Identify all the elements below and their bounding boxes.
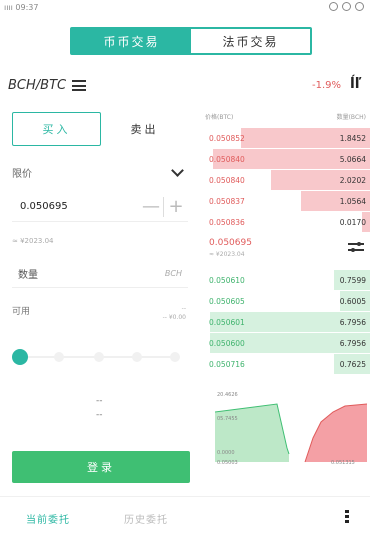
ask-amount: 0.0170 [339,218,366,227]
sell-tab[interactable]: 卖出 [101,112,188,146]
buy-sell-toggle: 买入 卖出 [12,112,188,146]
slider-step-75[interactable] [132,352,142,362]
orderbook-header: 价格(BTC) 数量(BCH) [205,112,370,121]
total-cny-value: -- [96,410,103,420]
price-column-header: 价格(BTC) [205,114,234,121]
ask-row[interactable]: 0.050840 5.0664 [205,149,370,169]
bid-row[interactable]: 0.050600 6.7956 [205,333,370,353]
price-change: -1.9% [312,80,342,91]
tab-fiat-trade[interactable]: 法币交易 [191,29,310,53]
pair-selector[interactable]: BCH/BTC [8,78,87,93]
ask-price: 0.050837 [209,197,245,206]
ask-amount: 2.0202 [339,176,366,185]
price-decrease-button[interactable]: — [139,196,163,217]
ask-price: 0.050840 [209,155,245,164]
status-time: ıııı 09:37 [4,3,39,12]
ask-row[interactable]: 0.050852 1.8452 [205,128,370,148]
bid-price: 0.050601 [209,318,245,327]
available-label: 可用 [12,307,31,317]
bid-price: 0.050610 [209,276,245,285]
depth-y-top: 20.4626 [217,392,238,398]
pair-symbol: BCH/BTC [8,78,67,93]
bid-amount: 0.6005 [339,297,366,306]
last-price: 0.050695 [209,238,252,248]
available-balance: 可用 -- -- ¥0.00 [12,304,188,326]
depth-x-left: 0.05003 [217,460,238,466]
depth-y-mid: 05.7455 [217,416,238,422]
ask-row[interactable]: 0.050840 2.0202 [205,170,370,190]
alarm-icon [329,2,338,11]
trade-screen: ıııı 09:37 币币交易 法币交易 BCH/BTC -1.9% ĺľ 买入… [0,0,370,536]
ask-price: 0.050840 [209,176,245,185]
bid-amount: 6.7956 [339,339,366,348]
available-cny-value: -- ¥0.00 [162,314,186,321]
depth-chart: 20.4626 05.7455 0.0000 0.05003 0.051315 [214,392,368,470]
ask-price: 0.050852 [209,134,245,143]
tab-current-orders[interactable]: 当前委托 [26,511,70,526]
chevron-down-icon [171,163,184,177]
last-price-cny: ≈ ¥2023.04 [209,251,245,258]
amount-percent-slider[interactable] [12,349,184,365]
slider-step-100[interactable] [170,352,180,362]
bid-amount: 0.7625 [339,360,366,369]
amount-column-header: 数量(BCH) [336,114,366,121]
depth-settings-icon[interactable] [348,240,364,254]
tab-history-orders[interactable]: 历史委托 [124,511,168,526]
bid-price: 0.050600 [209,339,245,348]
amount-placeholder: 数量 [18,270,38,281]
kline-chart-icon[interactable]: ĺľ [350,76,362,92]
buy-tab[interactable]: 买入 [12,112,101,146]
ask-price: 0.050836 [209,218,245,227]
bid-price: 0.050605 [209,297,245,306]
price-input-group: 0.050695 — + [12,192,188,222]
bid-amount: 6.7956 [339,318,366,327]
ask-row[interactable]: 0.050836 0.0170 [205,212,370,232]
ask-amount: 1.8452 [339,134,366,143]
slider-handle[interactable] [12,349,28,365]
amount-input[interactable]: 数量 BCH [12,260,188,288]
status-icons [329,2,364,11]
ask-amount: 1.0564 [339,197,366,206]
tab-coin-trade[interactable]: 币币交易 [72,29,191,53]
wifi-icon [342,2,351,11]
available-value: -- [181,305,186,312]
status-bar: ıııı 09:37 [0,0,370,16]
order-history-tabs: 当前委托 历史委托 [0,496,370,536]
available-values: -- -- ¥0.00 [163,304,186,322]
price-input[interactable]: 0.050695 [12,201,139,212]
depth-y-bottom: 0.0000 [217,450,235,456]
slider-step-25[interactable] [54,352,64,362]
bid-row[interactable]: 0.050716 0.7625 [205,354,370,374]
ask-amount: 5.0664 [339,155,366,164]
slider-step-50[interactable] [94,352,104,362]
trade-type-tabs: 币币交易 法币交易 [70,27,312,55]
order-type-select[interactable]: 限价 [12,163,188,181]
ask-row[interactable]: 0.050837 1.0564 [205,191,370,211]
price-increase-button[interactable]: + [164,196,188,217]
battery-icon [355,2,364,11]
amount-unit: BCH [164,269,182,278]
depth-chart-svg [214,403,368,463]
ask-depth-area [305,404,367,462]
bid-amount: 0.7599 [339,276,366,285]
bid-price: 0.050716 [209,360,245,369]
order-type-label: 限价 [12,168,32,180]
list-menu-icon[interactable] [72,80,87,91]
depth-x-right: 0.051315 [331,460,355,466]
bid-row[interactable]: 0.050605 0.6005 [205,291,370,311]
login-submit-button[interactable]: 登录 [12,451,190,483]
bid-row[interactable]: 0.050601 6.7956 [205,312,370,332]
bid-row[interactable]: 0.050610 0.7599 [205,270,370,290]
more-vertical-icon[interactable] [345,510,349,524]
total-value: -- [96,396,103,406]
price-cny-approx: ≈ ¥2023.04 [12,237,54,245]
